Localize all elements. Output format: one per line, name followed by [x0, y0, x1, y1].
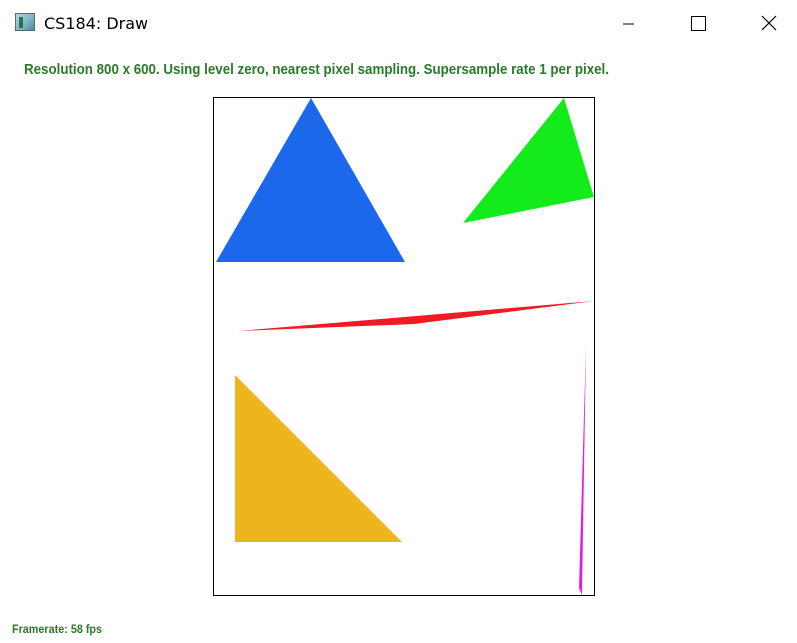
app-icon	[15, 13, 35, 31]
minimize-icon	[623, 23, 634, 25]
maximize-button[interactable]	[675, 8, 721, 40]
orange-triangle	[235, 375, 402, 542]
status-text: Resolution 800 x 600. Using level zero, …	[24, 62, 609, 78]
minimize-button[interactable]	[606, 8, 652, 40]
blue-triangle	[216, 98, 405, 262]
app-window: CS184: Draw Resolution 800 x 600. Using …	[0, 0, 797, 643]
close-button[interactable]	[745, 8, 791, 40]
title-bar[interactable]: CS184: Draw	[0, 0, 797, 48]
window-title: CS184: Draw	[44, 14, 149, 33]
draw-canvas[interactable]	[213, 97, 595, 596]
framerate-text: Framerate: 58 fps	[12, 622, 103, 636]
magenta-sliver-triangle	[579, 345, 586, 595]
maximize-icon	[691, 16, 706, 31]
canvas-svg	[216, 98, 594, 595]
red-sliver-triangle	[238, 301, 594, 331]
close-icon	[761, 15, 777, 31]
green-triangle	[463, 98, 594, 223]
